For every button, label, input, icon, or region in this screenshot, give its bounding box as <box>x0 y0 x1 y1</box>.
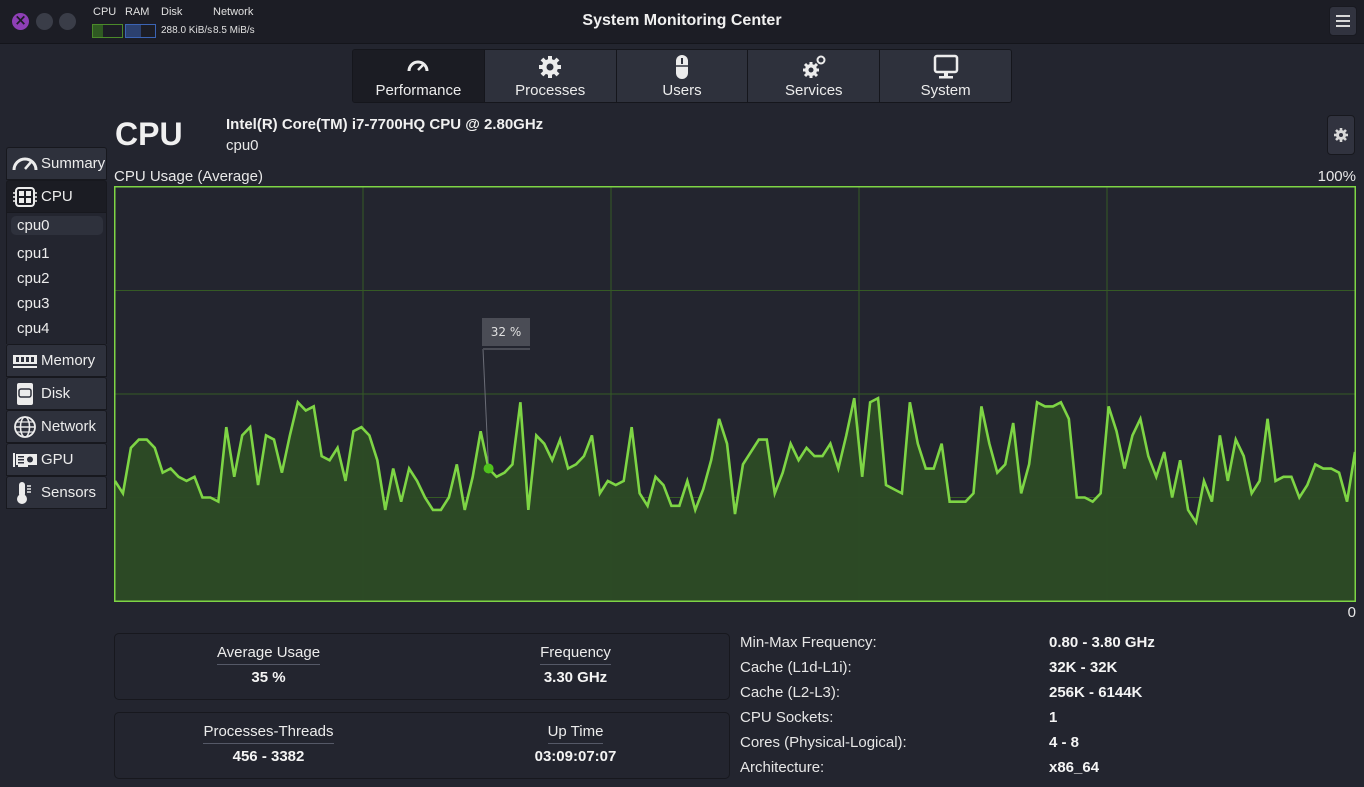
sidebar: Summary CPU cpu0 cpu1 cpu2 cpu3 cpu4 Mem… <box>6 147 107 509</box>
sidebar-item-summary[interactable]: Summary <box>6 147 107 180</box>
gears-icon <box>802 55 826 78</box>
gear-icon <box>1334 128 1348 142</box>
hamburger-menu-button[interactable] <box>1329 6 1357 36</box>
stat-value: 456 - 3382 <box>232 748 305 765</box>
chart-tooltip: 32 % <box>482 318 530 346</box>
sidebar-item-disk[interactable]: Disk <box>6 377 107 410</box>
chart-title: CPU Usage (Average) <box>114 168 263 185</box>
app-title: System Monitoring Center <box>582 12 782 29</box>
gauge-icon <box>12 157 38 170</box>
thermometer-icon <box>17 481 31 504</box>
detail-value: 0.80 - 3.80 GHz <box>1049 634 1155 651</box>
cpu-core-item[interactable]: cpu4 <box>11 316 103 341</box>
stat-label: Processes-Threads <box>203 723 334 744</box>
detail-value: 1 <box>1049 709 1058 726</box>
stat-label: Frequency <box>540 644 611 665</box>
tab-label: Services <box>785 82 843 99</box>
stat-uptime: Up Time 03:09:07:07 <box>422 713 729 778</box>
detail-value: 4 - 8 <box>1049 734 1080 751</box>
stat-value: 3.30 GHz <box>543 669 608 686</box>
monitor-icon <box>933 54 958 79</box>
detail-row: Min-Max Frequency: 0.80 - 3.80 GHz <box>740 634 1155 659</box>
detail-value: 256K - 6144K <box>1049 684 1143 701</box>
detail-row: Cache (L1d-L1i): 32K - 32K <box>740 659 1155 684</box>
sidebar-item-label: Disk <box>41 385 71 402</box>
sidebar-item-sensors[interactable]: Sensors <box>6 476 107 509</box>
stat-label: Average Usage <box>216 644 321 665</box>
sidebar-item-label: Summary <box>41 155 106 172</box>
sidebar-item-network[interactable]: Network <box>6 410 107 443</box>
sidebar-item-label: Sensors <box>41 484 97 501</box>
sidebar-item-label: CPU <box>41 188 73 205</box>
cpu-model-name: Intel(R) Core(TM) i7-7700HQ CPU @ 2.80GH… <box>226 116 544 133</box>
cpu-core-item[interactable]: cpu0 <box>11 216 103 235</box>
gear-icon <box>539 56 562 78</box>
stat-average-usage: Average Usage 35 % <box>115 634 422 699</box>
detail-row: Architecture: x86_64 <box>740 759 1155 784</box>
stats-card-processes: Processes-Threads 456 - 3382 Up Time 03:… <box>114 712 730 779</box>
detail-key: Architecture: <box>740 759 825 776</box>
detail-row: CPU Sockets: 1 <box>740 709 1155 734</box>
gpu-icon <box>13 452 37 467</box>
highlighted-data-point <box>483 463 494 474</box>
detail-row: Cores (Physical-Logical): 4 - 8 <box>740 734 1155 759</box>
cpu-core-item[interactable]: cpu3 <box>11 291 103 316</box>
selected-core-label: cpu0 <box>226 137 259 154</box>
globe-icon <box>14 415 36 438</box>
sidebar-item-label: Memory <box>41 352 96 369</box>
tab-label: Users <box>662 82 702 99</box>
tab-system[interactable]: System <box>880 50 1011 102</box>
stat-value: 03:09:07:07 <box>534 748 617 765</box>
disk-icon <box>17 382 33 405</box>
cpu-core-item[interactable]: cpu2 <box>11 266 103 291</box>
gauge-icon <box>407 60 429 72</box>
cpu-usage-chart[interactable] <box>114 186 1356 602</box>
menu-icon-bar <box>1336 20 1350 22</box>
title-bar: CPU RAM Disk Network 288.0 KiB/s 8.5 MiB… <box>0 0 1364 44</box>
stats-card-usage: Average Usage 35 % Frequency 3.30 GHz <box>114 633 730 700</box>
mouse-icon <box>675 55 688 79</box>
chart-y-max-label: 100% <box>1317 168 1356 185</box>
detail-key: Cache (L2-L3): <box>740 684 841 701</box>
cpu-core-item[interactable]: cpu1 <box>11 241 103 266</box>
tab-services[interactable]: Services <box>748 50 881 102</box>
cpu-chip-icon <box>13 186 37 207</box>
main-tabs: Performance Processes Users Services Sys… <box>352 49 1012 103</box>
menu-icon-bar <box>1336 15 1350 17</box>
tab-performance[interactable]: Performance <box>353 50 485 102</box>
sidebar-item-cpu[interactable]: CPU <box>6 180 107 213</box>
menu-icon-bar <box>1336 25 1350 27</box>
detail-value: 32K - 32K <box>1049 659 1118 676</box>
stat-frequency: Frequency 3.30 GHz <box>422 634 729 699</box>
cpu-details: Min-Max Frequency: 0.80 - 3.80 GHz Cache … <box>740 634 1155 784</box>
ram-icon <box>13 354 37 368</box>
detail-key: CPU Sockets: <box>740 709 834 726</box>
tab-processes[interactable]: Processes <box>484 50 617 102</box>
sidebar-item-label: GPU <box>41 451 74 468</box>
detail-key: Cache (L1d-L1i): <box>740 659 852 676</box>
sidebar-item-gpu[interactable]: GPU <box>6 443 107 476</box>
stat-value: 35 % <box>251 669 286 686</box>
tab-label: System <box>920 82 971 99</box>
sidebar-item-memory[interactable]: Memory <box>6 344 107 377</box>
tab-label: Performance <box>375 82 462 99</box>
tab-label: Processes <box>515 82 586 99</box>
usage-area <box>115 398 1355 601</box>
page-title: CPU <box>115 116 183 152</box>
cpu-core-list: cpu0 cpu1 cpu2 cpu3 cpu4 <box>6 213 107 344</box>
settings-button[interactable] <box>1327 115 1355 155</box>
detail-key: Cores (Physical-Logical): <box>740 734 907 751</box>
tab-users[interactable]: Users <box>616 50 749 102</box>
stat-label: Up Time <box>547 723 604 744</box>
detail-value: x86_64 <box>1049 759 1100 776</box>
sidebar-item-label: Network <box>41 418 97 435</box>
chart-y-min-label: 0 <box>1347 604 1356 621</box>
detail-key: Min-Max Frequency: <box>740 634 877 651</box>
detail-row: Cache (L2-L3): 256K - 6144K <box>740 684 1155 709</box>
stat-processes-threads: Processes-Threads 456 - 3382 <box>115 713 422 778</box>
